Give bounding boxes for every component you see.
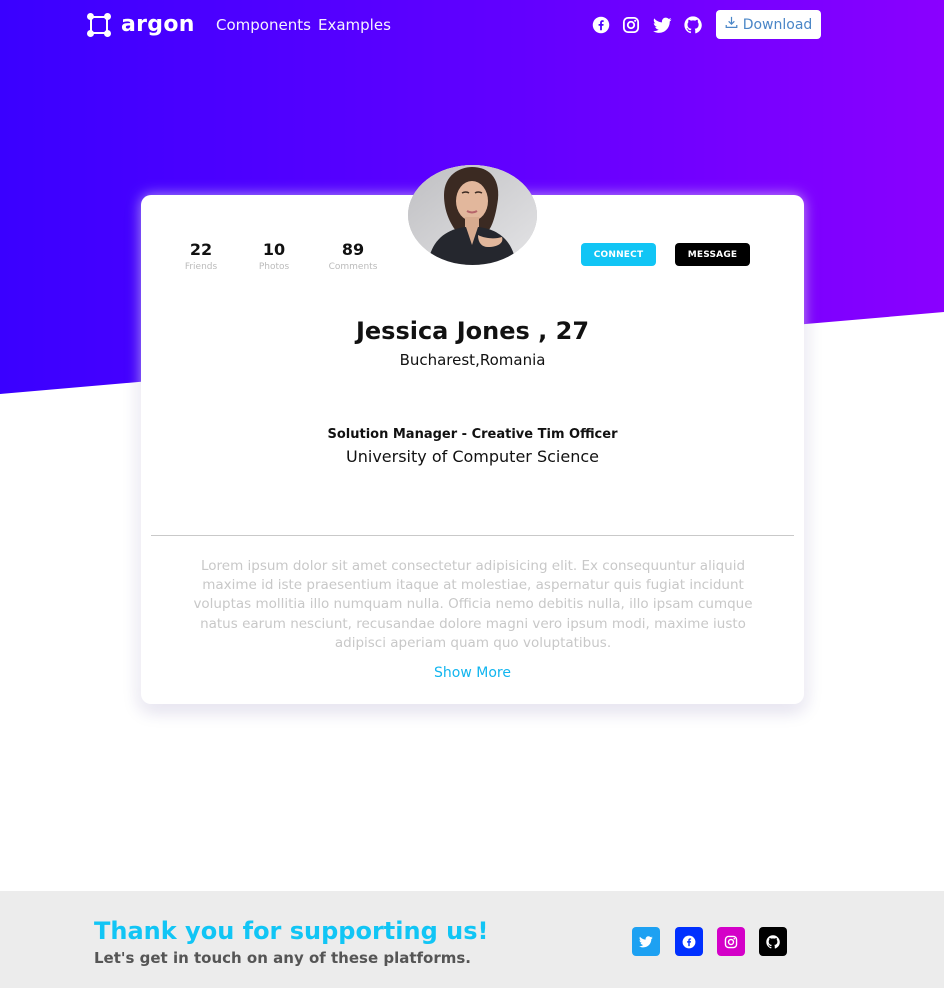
- profile-name: Jessica Jones , 27: [355, 317, 590, 345]
- stat-photos: 10 Photos: [239, 240, 309, 272]
- download-button[interactable]: Download: [716, 10, 821, 39]
- connect-button[interactable]: CONNECT: [581, 243, 656, 266]
- stat-friends-label: Friends: [184, 262, 218, 272]
- profile-bio: Lorem ipsum dolor sit amet consectetur a…: [193, 558, 753, 651]
- download-label: Download: [742, 16, 813, 33]
- footer-subtitle: Let's get in touch on any of these platf…: [94, 949, 471, 967]
- stat-photos-label: Photos: [258, 262, 290, 272]
- twitter-icon[interactable]: [632, 927, 660, 956]
- nav-link-examples[interactable]: Examples: [318, 16, 391, 34]
- github-icon[interactable]: [759, 927, 787, 956]
- download-icon: [725, 16, 738, 33]
- nav-link-components[interactable]: Components: [216, 16, 311, 34]
- profile-school: University of Computer Science: [346, 447, 599, 466]
- brand-name: argon: [121, 12, 195, 37]
- instagram-icon[interactable]: [621, 15, 641, 35]
- stat-comments: 89 Comments: [318, 240, 388, 272]
- facebook-icon[interactable]: [591, 15, 611, 35]
- footer: Thank you for supporting us! Let's get i…: [0, 891, 944, 988]
- navbar: argon Components Examples Download: [0, 0, 944, 52]
- argon-logo-icon: [87, 12, 111, 37]
- profile-avatar: [408, 165, 537, 265]
- facebook-icon[interactable]: [675, 927, 703, 956]
- profile-job-title: Solution Manager - Creative Tim Officer: [327, 427, 618, 442]
- twitter-icon[interactable]: [652, 15, 672, 35]
- message-button[interactable]: MESSAGE: [675, 243, 750, 266]
- instagram-icon[interactable]: [717, 927, 745, 956]
- profile-location: Bucharest,Romania: [399, 351, 546, 369]
- stat-friends-value: 22: [189, 240, 213, 259]
- github-icon[interactable]: [683, 15, 703, 35]
- show-more-link[interactable]: Show More: [141, 665, 804, 681]
- stat-photos-value: 10: [262, 240, 286, 259]
- card-divider: [151, 535, 794, 536]
- stat-friends: 22 Friends: [166, 240, 236, 272]
- brand-logo[interactable]: argon: [87, 12, 195, 37]
- footer-title: Thank you for supporting us!: [94, 917, 489, 945]
- stat-comments-value: 89: [341, 240, 365, 259]
- stat-comments-label: Comments: [328, 262, 378, 272]
